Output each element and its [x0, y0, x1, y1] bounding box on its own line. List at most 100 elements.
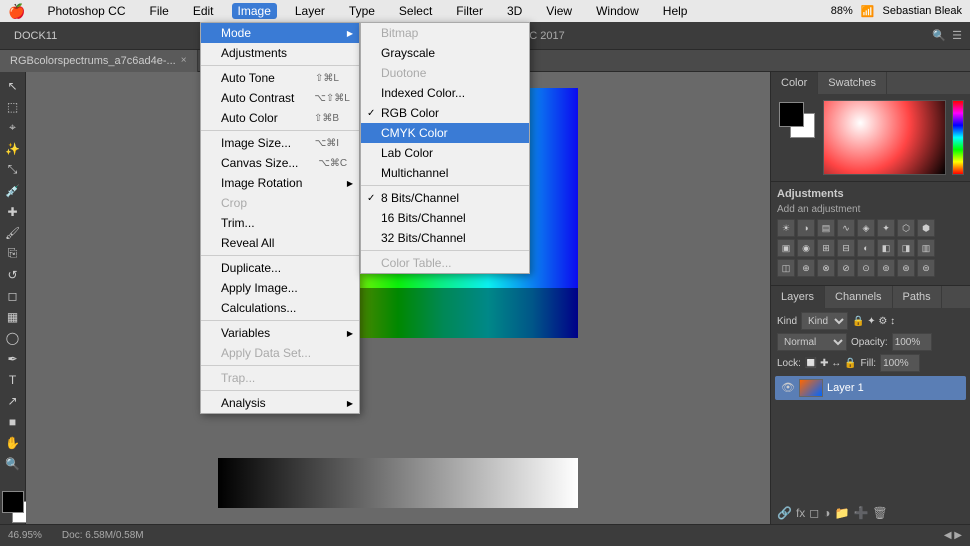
tool-options-btn[interactable]: DOCK11 [8, 28, 63, 44]
adj-extra7[interactable]: ⊜ [917, 259, 935, 277]
fg-bg-colors-display[interactable] [777, 100, 817, 140]
mode-rgb-color[interactable]: ✓ RGB Color [361, 103, 529, 123]
tool-eraser[interactable]: ◻ [2, 286, 24, 305]
tool-history[interactable]: ↺ [2, 265, 24, 284]
menu-item-trim[interactable]: Trim... [201, 213, 359, 233]
adj-photofilter[interactable]: ◉ [797, 239, 815, 257]
adj-gradient-map[interactable]: ▥ [917, 239, 935, 257]
menu-item-auto-contrast[interactable]: Auto Contrast ⌥⇧⌘L [201, 88, 359, 108]
layer-1-item[interactable]: 👁 Layer 1 [775, 376, 966, 400]
opacity-input[interactable] [892, 333, 932, 351]
menubar-3d[interactable]: 3D [501, 3, 528, 19]
search-icon[interactable]: 🔍 [932, 29, 946, 42]
color-picker-field[interactable] [823, 100, 946, 175]
adj-colorlookup[interactable]: ⊟ [837, 239, 855, 257]
layer-adjustment-icon[interactable]: ◑ [823, 506, 830, 520]
adj-invert[interactable]: ◐ [857, 239, 875, 257]
adj-channelmixer[interactable]: ⊞ [817, 239, 835, 257]
blend-mode-select[interactable]: Normal [777, 333, 847, 351]
menu-item-auto-tone[interactable]: Auto Tone ⇧⌘L [201, 68, 359, 88]
mode-duotone[interactable]: Duotone [361, 63, 529, 83]
tool-dodge[interactable]: ◯ [2, 329, 24, 348]
fill-input[interactable] [880, 354, 920, 372]
tab-close-button[interactable]: × [181, 55, 187, 66]
adj-hsl[interactable]: ⬡ [897, 219, 915, 237]
tool-crop[interactable]: ⤡ [2, 160, 24, 179]
adj-posterize[interactable]: ◧ [877, 239, 895, 257]
menu-item-image-rotation[interactable]: Image Rotation [201, 173, 359, 193]
adj-curves[interactable]: ∿ [837, 219, 855, 237]
adj-brightness[interactable]: ☀ [777, 219, 795, 237]
tab-layers[interactable]: Layers [771, 286, 825, 308]
tool-zoom[interactable]: 🔍 [2, 455, 24, 474]
adj-extra2[interactable]: ⊗ [817, 259, 835, 277]
mode-32bit[interactable]: 32 Bits/Channel [361, 228, 529, 248]
layer-link-icon[interactable]: 🔗 [777, 506, 792, 520]
layer-fx-icon[interactable]: fx [796, 506, 805, 520]
menu-item-apply-data-set[interactable]: Apply Data Set... [201, 343, 359, 363]
menubar-edit[interactable]: Edit [187, 3, 220, 19]
tab-channels[interactable]: Channels [825, 286, 892, 308]
tool-heal[interactable]: ✚ [2, 202, 24, 221]
tab-color[interactable]: Color [771, 72, 818, 94]
tool-gradient[interactable]: ▦ [2, 308, 24, 327]
layer-delete-icon[interactable]: 🗑 [872, 506, 887, 520]
tool-shapes[interactable]: ■ [2, 413, 24, 432]
menu-item-reveal-all[interactable]: Reveal All [201, 233, 359, 253]
menubar-filter[interactable]: Filter [450, 3, 489, 19]
mode-multichannel[interactable]: Multichannel [361, 163, 529, 183]
kind-select[interactable]: Kind [801, 312, 848, 330]
layer-mask-icon[interactable]: ◻ [809, 506, 819, 520]
adj-bw[interactable]: ▣ [777, 239, 795, 257]
menu-item-calculations[interactable]: Calculations... [201, 298, 359, 318]
layer-add-icon[interactable]: ➕ [853, 506, 868, 520]
adj-extra3[interactable]: ⊘ [837, 259, 855, 277]
menubar-photoshop[interactable]: Photoshop CC [41, 3, 131, 19]
adj-levels[interactable]: ▤ [817, 219, 835, 237]
menu-item-image-size[interactable]: Image Size... ⌥⌘I [201, 133, 359, 153]
menu-item-trap[interactable]: Trap... [201, 368, 359, 388]
tool-text[interactable]: T [2, 371, 24, 390]
mode-bitmap[interactable]: Bitmap [361, 23, 529, 43]
tool-brush[interactable]: 🖌 [2, 223, 24, 242]
adj-selective-color[interactable]: ◫ [777, 259, 795, 277]
tool-eyedropper[interactable]: 💉 [2, 181, 24, 200]
menubar-window[interactable]: Window [590, 3, 645, 19]
adj-vibrance[interactable]: ✦ [877, 219, 895, 237]
tab-paths[interactable]: Paths [893, 286, 942, 308]
menubar-image[interactable]: Image [232, 3, 277, 19]
menubar-file[interactable]: File [143, 3, 174, 19]
mode-16bit[interactable]: 16 Bits/Channel [361, 208, 529, 228]
layer-visibility-icon[interactable]: 👁 [781, 381, 795, 395]
menu-item-canvas-size[interactable]: Canvas Size... ⌥⌘C [201, 153, 359, 173]
menu-item-variables[interactable]: Variables [201, 323, 359, 343]
adj-extra6[interactable]: ⊛ [897, 259, 915, 277]
menu-item-duplicate[interactable]: Duplicate... [201, 258, 359, 278]
mode-cmyk-color[interactable]: CMYK Color [361, 123, 529, 143]
options-menu-icon[interactable]: ☰ [952, 29, 962, 42]
adj-contrast[interactable]: ◑ [797, 219, 815, 237]
adj-colorbalance[interactable]: ⬢ [917, 219, 935, 237]
layer-group-icon[interactable]: 📁 [835, 506, 850, 520]
mode-grayscale[interactable]: Grayscale [361, 43, 529, 63]
menu-item-auto-color[interactable]: Auto Color ⇧⌘B [201, 108, 359, 128]
menubar-select[interactable]: Select [393, 3, 438, 19]
hue-slider[interactable] [952, 100, 964, 175]
tool-rectangle-select[interactable]: ⬚ [2, 97, 24, 116]
adj-threshold[interactable]: ◨ [897, 239, 915, 257]
menu-item-adjustments[interactable]: Adjustments [201, 43, 359, 63]
tool-move[interactable]: ↖ [2, 76, 24, 95]
adj-extra4[interactable]: ⊙ [857, 259, 875, 277]
menubar-view[interactable]: View [540, 3, 578, 19]
foreground-color-swatch[interactable] [2, 491, 24, 513]
mode-lab-color[interactable]: Lab Color [361, 143, 529, 163]
tool-clone[interactable]: ⎘ [2, 244, 24, 263]
menu-item-mode[interactable]: Mode [201, 23, 359, 43]
mode-8bit[interactable]: ✓ 8 Bits/Channel [361, 188, 529, 208]
tool-hand[interactable]: ✋ [2, 434, 24, 453]
menubar-type[interactable]: Type [343, 3, 381, 19]
menu-item-apply-image[interactable]: Apply Image... [201, 278, 359, 298]
mode-indexed-color[interactable]: Indexed Color... [361, 83, 529, 103]
menu-item-analysis[interactable]: Analysis [201, 393, 359, 413]
adj-extra5[interactable]: ⊚ [877, 259, 895, 277]
